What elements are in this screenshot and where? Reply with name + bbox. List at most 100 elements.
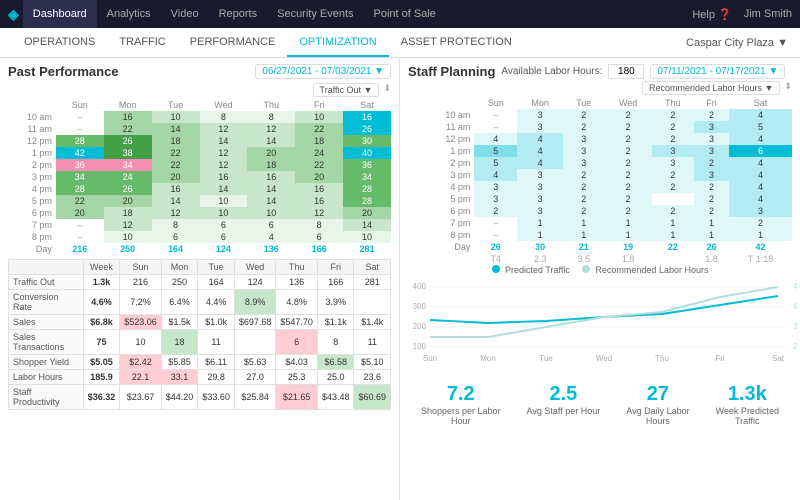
staff-prod-wed: $25.84 xyxy=(234,385,276,410)
time-8pm: 8 pm xyxy=(8,231,56,243)
nav-tab-reports[interactable]: Reports xyxy=(209,0,268,28)
right-download-icon[interactable]: ⬇ xyxy=(784,81,792,95)
svg-text:Mon: Mon xyxy=(480,354,496,363)
shopper-yield-fri: $6.58 xyxy=(317,355,354,370)
cell-thu-4pm: 14 xyxy=(247,183,295,195)
sub-tab-performance[interactable]: PERFORMANCE xyxy=(178,28,288,57)
rh-row-12pm: 12 pm 4 4 3 2 2 3 4 xyxy=(408,133,792,145)
svg-text:300: 300 xyxy=(413,302,427,311)
heatmap-row-6pm: 6 pm 20 18 12 10 10 12 20 xyxy=(8,207,391,219)
nav-tab-pos[interactable]: Point of Sale xyxy=(364,0,446,28)
cell-mon-12pm: 26 xyxy=(104,135,152,147)
shopper-yield-thu: $4.03 xyxy=(276,355,318,370)
row-label-labor-hours: Labor Hours xyxy=(9,370,84,385)
rh-time-5pm: 5 pm xyxy=(408,193,474,205)
time-7pm: 7 pm xyxy=(8,219,56,231)
cell-sat-1pm: 40 xyxy=(343,147,391,159)
conversion-tue: 4.4% xyxy=(198,290,235,315)
cell-tue-12pm: 18 xyxy=(152,135,200,147)
rh-total-wed: 19 xyxy=(604,241,652,253)
rh-thu: Thu xyxy=(652,97,694,109)
cell-sat-6pm: 20 xyxy=(343,207,391,219)
nav-tab-analytics[interactable]: Analytics xyxy=(97,0,161,28)
left-date-selector[interactable]: 06/27/2021 - 07/03/2021 ▼ xyxy=(255,64,391,79)
heatmap-row-12pm: 12 pm 28 26 18 14 14 18 30 xyxy=(8,135,391,147)
labor-hours-thu: 25.3 xyxy=(276,370,318,385)
summary-col-thu: Thu xyxy=(276,260,318,275)
svg-text:Fri: Fri xyxy=(715,354,725,363)
sub-tab-traffic[interactable]: TRAFFIC xyxy=(107,28,177,57)
cell-mon-4pm: 26 xyxy=(104,183,152,195)
heatmap-row-3pm: 3 pm 34 24 20 16 16 20 34 xyxy=(8,171,391,183)
legend-labor-dot xyxy=(582,265,590,273)
rh-empty xyxy=(408,97,474,109)
transactions-tue: 11 xyxy=(198,330,235,355)
cell-wed-4pm: 14 xyxy=(200,183,248,195)
cell-mon-3pm: 24 xyxy=(104,171,152,183)
summary-row-transactions: Sales Transactions 75 10 18 11 6 8 11 xyxy=(9,330,391,355)
left-panel-title: Past Performance xyxy=(8,64,119,79)
cell-wed-12pm: 14 xyxy=(200,135,248,147)
nav-tab-dashboard[interactable]: Dashboard xyxy=(23,0,97,28)
summary-col-sun: Sun xyxy=(120,260,162,275)
nav-right-section: Help ❓ Jim Smith xyxy=(692,8,792,21)
user-menu[interactable]: Jim Smith xyxy=(744,8,792,20)
time-3pm: 3 pm xyxy=(8,171,56,183)
nav-tab-video[interactable]: Video xyxy=(161,0,209,28)
summary-row-shopper-yield: Shopper Yield $5.05 $2.42 $5.85 $6.11 $5… xyxy=(9,355,391,370)
traffic-filter[interactable]: Traffic Out ▼ xyxy=(313,83,380,97)
svg-text:Wed: Wed xyxy=(596,354,612,363)
location-selector[interactable]: Caspar City Plaza ▼ xyxy=(686,37,788,49)
heatmap-sun-header: Sun xyxy=(56,99,104,111)
traffic-wed: 124 xyxy=(234,275,276,290)
cell-mon-1pm: 38 xyxy=(104,147,152,159)
kpi-avg-staff-value: 2.5 xyxy=(527,383,601,406)
shopper-yield-week: $5.05 xyxy=(83,355,120,370)
cell-mon-10am: 16 xyxy=(104,111,152,123)
chart-svg: 400 300 200 100 48 40 32 24 xyxy=(408,279,798,369)
transactions-week: 75 xyxy=(83,330,120,355)
rh-mon: Mon xyxy=(517,97,563,109)
svg-text:24: 24 xyxy=(793,342,798,351)
heatmap-fri-header: Fri xyxy=(295,99,343,111)
rh-total-fri: 26 xyxy=(694,241,729,253)
top-navigation: ◈ Dashboard Analytics Video Reports Secu… xyxy=(0,0,800,28)
labor-filter[interactable]: Recommended Labor Hours ▼ xyxy=(642,81,780,95)
cell-wed-6pm: 10 xyxy=(200,207,248,219)
cell-thu-10am: 8 xyxy=(247,111,295,123)
labor-hours-mon: 33.1 xyxy=(161,370,198,385)
labor-hours-sun: 22.1 xyxy=(120,370,162,385)
time-1pm: 1 pm xyxy=(8,147,56,159)
cell-tue-8pm: 6 xyxy=(152,231,200,243)
left-panel-header: Past Performance 06/27/2021 - 07/03/2021… xyxy=(8,64,391,79)
sub-tab-optimization[interactable]: OPTIMIZATION xyxy=(287,28,388,57)
cell-sat-4pm: 28 xyxy=(343,183,391,195)
cell-sat-11am: 26 xyxy=(343,123,391,135)
sales-week: $6.8k xyxy=(83,315,120,330)
heatmap-row-2pm: 2 pm 36 34 22 12 18 22 36 xyxy=(8,159,391,171)
sub-tab-operations[interactable]: OPERATIONS xyxy=(12,28,107,57)
kpi-avg-daily-value: 27 xyxy=(626,383,689,406)
rh-total-tue: 21 xyxy=(563,241,604,253)
avail-labor-input[interactable] xyxy=(608,64,644,79)
cell-thu-3pm: 16 xyxy=(247,171,295,183)
staff-prod-thu: $21.65 xyxy=(276,385,318,410)
rh-time-10am: 10 am xyxy=(408,109,474,121)
download-icon[interactable]: ⬇ xyxy=(383,83,391,97)
shopper-yield-sat: $5.10 xyxy=(354,355,391,370)
left-heatmap-table: Sun Mon Tue Wed Thu Fri Sat 10 am – 16 1… xyxy=(8,99,391,255)
nav-tab-security[interactable]: Security Events xyxy=(267,0,363,28)
cell-wed-7pm: 6 xyxy=(200,219,248,231)
labor-hours-sat: 23.6 xyxy=(354,370,391,385)
summary-row-traffic: Traffic Out 1.3k 216 250 164 124 136 166… xyxy=(9,275,391,290)
sub-tab-asset[interactable]: ASSET PROTECTION xyxy=(389,28,524,57)
help-link[interactable]: Help ❓ xyxy=(692,8,731,21)
cell-mon-2pm: 34 xyxy=(104,159,152,171)
rh-sub-totals: T4 2.3 3.5 1.8 1.8 T 1:18 xyxy=(408,253,792,265)
right-date-selector[interactable]: 07/11/2021 - 07/17/2021 ▼ xyxy=(650,64,785,79)
rh-row-2pm: 2 pm 5 4 3 2 3 2 4 xyxy=(408,157,792,169)
kpi-shoppers-per-labor: 7.2 Shoppers per LaborHour xyxy=(421,383,501,426)
cell-thu-2pm: 18 xyxy=(247,159,295,171)
cell-fri-5pm: 16 xyxy=(295,195,343,207)
rh-wed: Wed xyxy=(604,97,652,109)
